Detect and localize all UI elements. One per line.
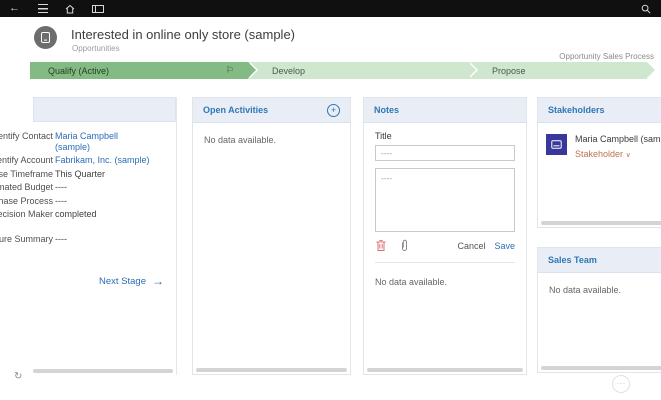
contact-avatar [546,134,567,155]
open-activities-panel: Open Activities + No data available. [192,97,351,375]
horizontal-scrollbar[interactable] [196,368,347,372]
field-label: Purchase Process [0,195,53,206]
note-title-input[interactable] [375,145,515,161]
app-screen: ← Interested in online only store (sampl… [0,0,661,400]
panel-title: Sales Team [548,255,597,265]
back-icon[interactable]: ← [9,0,20,17]
stakeholders-header: Stakeholders [538,98,661,123]
arrow-right-icon: → [152,274,164,288]
field-identify-decision-maker: Identify Decision Maker completed [0,209,176,220]
stakeholder-name[interactable]: Maria Campbell (sample) [575,134,661,144]
more-commands-button[interactable]: ⋯ [612,375,630,393]
chevron-right-icon [248,62,256,78]
sales-team-panel: Sales Team No data available. [537,247,661,373]
search-icon[interactable] [641,4,651,14]
sales-team-header: Sales Team [538,248,661,273]
stage-qualify[interactable]: Qualify (Active) ⚐ [30,62,258,79]
active-stage-flag-icon: ⚐ [225,65,234,75]
recent-pages-icon[interactable] [92,4,104,13]
field-value[interactable]: completed [55,209,155,220]
stage-propose-label: Propose [492,65,526,76]
field-label: Identify Account [0,155,53,165]
stakeholder-list-item[interactable]: Maria Campbell (sample) Stakeholder ∨ [538,123,661,170]
field-purchase-process: Purchase Process ---- [0,196,176,207]
field-identify-contact: Identify Contact Maria Campbell (sample) [0,131,176,152]
chevron-down-icon: ∨ [625,152,631,159]
next-stage-label: Next Stage [99,276,146,287]
panel-title: Notes [374,105,400,115]
save-note-button[interactable]: Save [494,241,515,251]
page-title: Interested in online only store (sample) [71,27,296,42]
horizontal-scrollbar[interactable] [541,221,661,225]
stage-qualify-label: Qualify (Active) [48,65,110,76]
note-title-label: Title [375,131,392,141]
horizontal-scrollbar[interactable] [541,366,661,370]
field-value[interactable]: This Quarter [55,169,155,180]
horizontal-scrollbar[interactable] [367,368,523,372]
stakeholders-panel: Stakeholders Maria Campbell (sample) Sta… [537,97,661,228]
note-body-input[interactable] [375,168,515,232]
chevron-right-icon [468,62,476,78]
top-nav-bar: ← [0,0,661,17]
open-activities-header: Open Activities + [193,98,350,123]
stakeholder-role-dropdown[interactable]: Stakeholder ∨ [575,149,661,159]
field-label: Capture Summary [0,233,53,244]
field-label: Estimated Budget [0,182,53,192]
stage-develop-label: Develop [272,65,306,76]
stage-fields-panel-header [33,97,176,122]
field-capture-summary: Capture Summary ---- [0,234,176,245]
field-label: Identify Decision Maker [0,209,53,219]
ellipsis-icon: ⋯ [616,378,626,388]
field-value[interactable]: ---- [55,196,155,207]
empty-state-text: No data available. [204,135,277,145]
panel-title: Open Activities [203,105,269,115]
next-stage-button[interactable]: Next Stage → [0,274,176,288]
notes-header: Notes [364,98,526,123]
delete-note-icon[interactable] [375,239,387,252]
field-label: Purchase Timeframe [0,168,53,179]
opportunity-entity-icon [34,26,57,49]
entity-type-label: Opportunities [72,44,120,53]
contact-card-icon [551,140,562,149]
add-activity-button[interactable]: + [327,103,340,117]
stage-develop[interactable]: Develop [248,62,478,79]
attachment-icon[interactable] [401,239,408,252]
field-estimated-budget: Estimated Budget ---- [0,182,176,193]
cancel-note-button[interactable]: Cancel [457,241,485,251]
field-value[interactable]: ---- [55,234,155,245]
process-name-label: Opportunity Sales Process [559,52,654,61]
contact-link[interactable]: Maria Campbell (sample) [55,131,155,152]
field-label: Identify Contact [0,131,53,141]
empty-state-text: No data available. [549,285,622,295]
horizontal-scrollbar[interactable] [33,369,173,373]
panel-title: Stakeholders [548,105,605,115]
note-actions: Cancel Save [375,239,515,252]
stage-fields-list: Identify Contact Maria Campbell (sample)… [0,131,176,244]
account-link[interactable]: Fabrikam, Inc. (sample) [55,155,155,166]
business-process-bar: Qualify (Active) ⚐ Develop Propose [30,62,661,79]
field-purchase-timeframe: Purchase Timeframe This Quarter [0,169,176,180]
note-editor: Title Cancel Save [364,123,526,263]
empty-state-text: No data available. [375,277,448,287]
stage-fields-panel: Identify Contact Maria Campbell (sample)… [0,97,177,375]
stage-propose[interactable]: Propose [468,62,657,79]
field-value[interactable]: ---- [55,182,155,193]
home-icon[interactable] [65,4,75,14]
notes-panel: Notes Title Cancel Save No data availabl… [363,97,527,375]
refresh-icon[interactable]: ↻ [14,371,22,382]
chevron-right-icon [647,62,655,78]
field-identify-account: Identify Account Fabrikam, Inc. (sample) [0,155,176,166]
hamburger-menu-icon[interactable] [38,4,48,13]
